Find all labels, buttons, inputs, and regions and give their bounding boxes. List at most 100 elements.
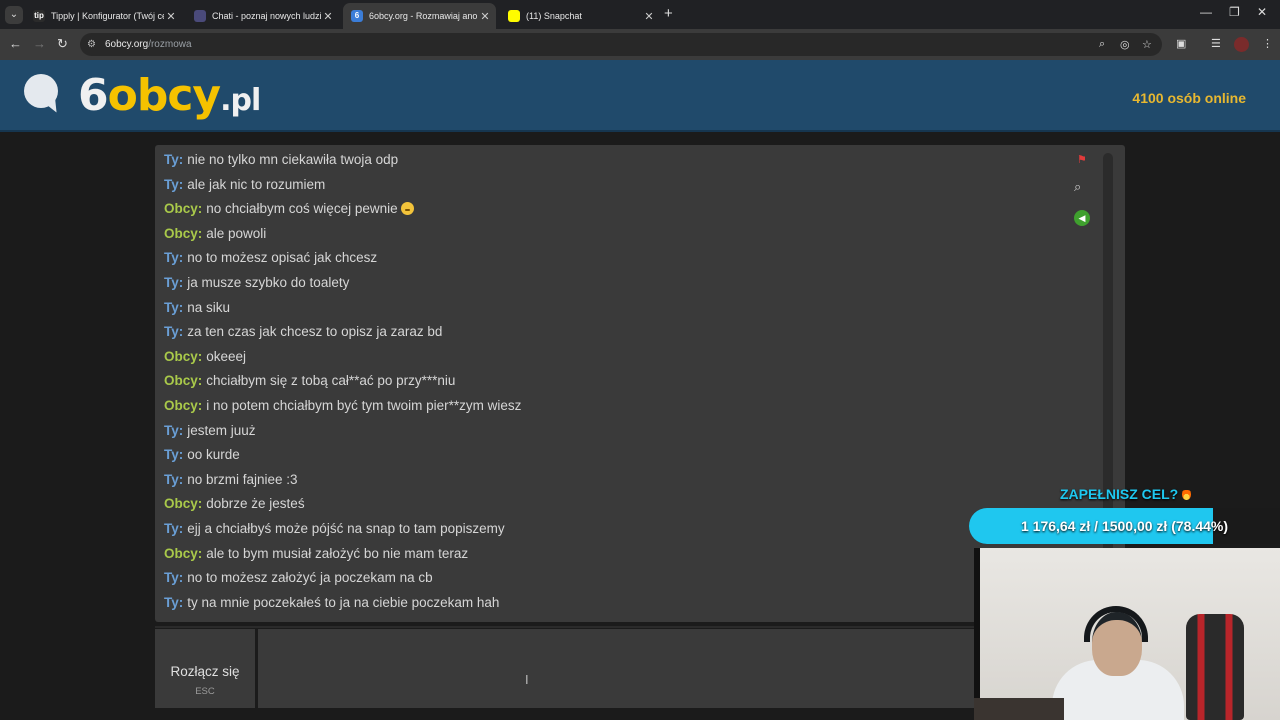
- message-list: Ty: nie no tylko mn ciekawiła twoja odp Ty…: [164, 153, 1064, 620]
- message-author: Ty:: [164, 324, 184, 340]
- message-text: jestem juuż: [187, 422, 256, 438]
- chat-message: Ty: na siku: [164, 299, 1064, 326]
- message-text: okeeej: [206, 348, 247, 364]
- chat-message: Ty: no to możesz założyć ja poczekam na c…: [164, 571, 1064, 596]
- message-author: Ty:: [164, 176, 184, 192]
- site-info-icon[interactable]: ⚙: [87, 39, 101, 50]
- tipply-icon: tip: [33, 10, 45, 22]
- message-text: dobrze że jesteś: [206, 496, 305, 512]
- kebab-menu-icon[interactable]: ⋮: [1262, 37, 1273, 50]
- chat-message: Ty: nie no tylko mn ciekawiła twoja odp: [164, 153, 1064, 178]
- report-flag-icon[interactable]: ⚑: [1077, 153, 1087, 166]
- message-text: na siku: [187, 299, 231, 315]
- disconnect-button[interactable]: Rozłącz się ESC: [155, 629, 255, 708]
- fire-icon: [1182, 488, 1192, 500]
- chat-message: Ty: ja musze szybko do toalety: [164, 274, 1064, 301]
- message-text: ja musze szybko do toalety: [187, 274, 350, 290]
- snapchat-icon: [508, 10, 520, 22]
- address-bar[interactable]: ⚙ 6obcy.org/rozmowa ⌕ ◎ ☆: [80, 33, 1162, 56]
- message-text: ale jak nic to rozumiem: [187, 176, 326, 192]
- site-logo[interactable]: 6obcy.pl: [78, 72, 261, 125]
- chat-message: Obcy: ale powoli: [164, 225, 1064, 252]
- message-author: Ty:: [164, 274, 184, 290]
- site-header: 6obcy.pl 4100 osób online: [0, 60, 1280, 132]
- tab-title: Tipply | Konfigurator (Twój cel): [51, 11, 164, 21]
- reload-icon[interactable]: ↻: [57, 36, 68, 52]
- disconnect-shortcut: ESC: [195, 685, 215, 697]
- eye-off-icon[interactable]: ◎: [1120, 38, 1130, 51]
- goal-progress-bar: 1 176,64 zł / 1500,00 zł (78.44%): [969, 508, 1280, 544]
- message-author: Ty:: [164, 471, 184, 487]
- goal-amount: 1 176,64 zł / 1500,00 zł (78.44%): [1020, 518, 1229, 534]
- message-author: Obcy:: [164, 201, 203, 217]
- message-author: Ty:: [164, 299, 184, 315]
- desk: [974, 698, 1064, 720]
- chat-message: Ty: za ten czas jak chcesz to opisz ja za…: [164, 325, 1064, 350]
- message-author: Obcy:: [164, 225, 203, 241]
- webcam-overlay: [974, 548, 1280, 720]
- message-author: Ty:: [164, 570, 184, 586]
- profile-avatar[interactable]: [1234, 37, 1249, 52]
- sound-toggle-icon[interactable]: ◀: [1074, 210, 1090, 226]
- message-text: i no potem chciałbym być tym twoim pier*…: [206, 397, 522, 413]
- chati-icon: [194, 10, 206, 22]
- message-author: Obcy:: [164, 348, 203, 364]
- chat-message: Ty: jestem juuż: [164, 422, 1064, 449]
- message-text: no brzmi fajniee :3: [187, 471, 298, 487]
- tab-title: 6obcy.org - Rozmawiaj anonim: [369, 11, 478, 21]
- tab-close-icon[interactable]: ✕: [321, 10, 335, 23]
- message-author: Ty:: [164, 520, 184, 536]
- tab-close-icon[interactable]: ✕: [478, 10, 492, 23]
- url-text: 6obcy.org/rozmowa: [105, 39, 192, 50]
- tab-6obcy[interactable]: 6 6obcy.org - Rozmawiaj anonim✕: [343, 3, 496, 29]
- restore-icon[interactable]: ❐: [1229, 5, 1240, 19]
- chat-message: Ty: no brzmi fajniee :3: [164, 471, 1064, 498]
- tab-title: Chati - poznaj nowych ludzi: [212, 11, 321, 21]
- 6obcy-icon: 6: [351, 10, 363, 22]
- goal-title: ZAPEŁNISZ CEL?: [1060, 486, 1192, 502]
- browser-tabstrip: ⌄ tip Tipply | Konfigurator (Twój cel) ✕ Ch…: [0, 0, 1280, 29]
- forward-arrow-icon[interactable]: →: [33, 36, 46, 51]
- smirk-emoji-icon: [400, 202, 414, 216]
- tab-tipply[interactable]: tip Tipply | Konfigurator (Twój cel) ✕: [25, 3, 182, 29]
- message-text: ty na mnie poczekałeś to ja na ciebie po…: [187, 594, 500, 610]
- back-arrow-icon[interactable]: ←: [9, 36, 22, 51]
- message-text: ale powoli: [206, 225, 267, 241]
- message-author: Obcy:: [164, 373, 203, 389]
- message-text: ejj a chciałbyś może pójść na snap to ta…: [187, 520, 505, 536]
- chat-message: Ty: ejj a chciałbyś może pójść na snap to…: [164, 520, 1064, 547]
- new-tab-plus-icon[interactable]: +: [664, 5, 673, 22]
- chat-message: Ty: ty na mnie poczekałeś to ja na ciebie…: [164, 594, 1064, 621]
- message-author: Ty:: [164, 594, 184, 610]
- message-text: chciałbym się z tobą cał**ać po przy***n…: [206, 373, 456, 389]
- chat-message: Ty: no to możesz opisać jak chcesz: [164, 251, 1064, 276]
- chat-scrollbar[interactable]: [1103, 153, 1115, 615]
- close-window-icon[interactable]: ✕: [1257, 5, 1267, 19]
- text-cursor-icon: I: [525, 672, 529, 687]
- reading-list-icon[interactable]: ☰: [1211, 37, 1221, 50]
- message-text: oo kurde: [187, 447, 240, 463]
- gaming-chair: [1186, 614, 1244, 720]
- bookmark-star-icon[interactable]: ☆: [1142, 38, 1152, 51]
- tab-close-icon[interactable]: ✕: [642, 10, 656, 23]
- chat-message: Ty: ale jak nic to rozumiem: [164, 176, 1064, 203]
- tab-chati[interactable]: Chati - poznaj nowych ludzi ✕: [186, 3, 339, 29]
- chat-message: Obcy: ale to bym musiał założyć bo nie ma…: [164, 546, 1064, 572]
- zoom-magnifier-icon[interactable]: ⌕: [1099, 38, 1105, 51]
- chat-message: Ty: oo kurde: [164, 448, 1064, 473]
- tab-close-icon[interactable]: ✕: [164, 10, 178, 23]
- message-text: no to możesz opisać jak chcesz: [187, 250, 378, 266]
- message-text: nie no tylko mn ciekawiła twoja odp: [187, 152, 399, 167]
- message-author: Obcy:: [164, 397, 203, 413]
- message-text: za ten czas jak chcesz to opisz ja zaraz…: [187, 324, 443, 340]
- extensions-puzzle-icon[interactable]: ▣: [1176, 37, 1186, 50]
- tab-search-chevron-icon[interactable]: ⌄: [5, 6, 23, 24]
- chat-message: Obcy: no chciałbym coś więcej pewnie: [164, 202, 1064, 227]
- scrollbar-thumb[interactable]: [1103, 153, 1113, 615]
- message-author: Ty:: [164, 152, 184, 167]
- tab-snapchat[interactable]: (11) Snapchat ✕: [500, 3, 660, 29]
- search-icon[interactable]: ⌕: [1074, 179, 1081, 195]
- message-author: Ty:: [164, 250, 184, 266]
- minimize-icon[interactable]: —: [1200, 5, 1212, 19]
- message-text: no to możesz założyć ja poczekam na cb: [187, 570, 433, 586]
